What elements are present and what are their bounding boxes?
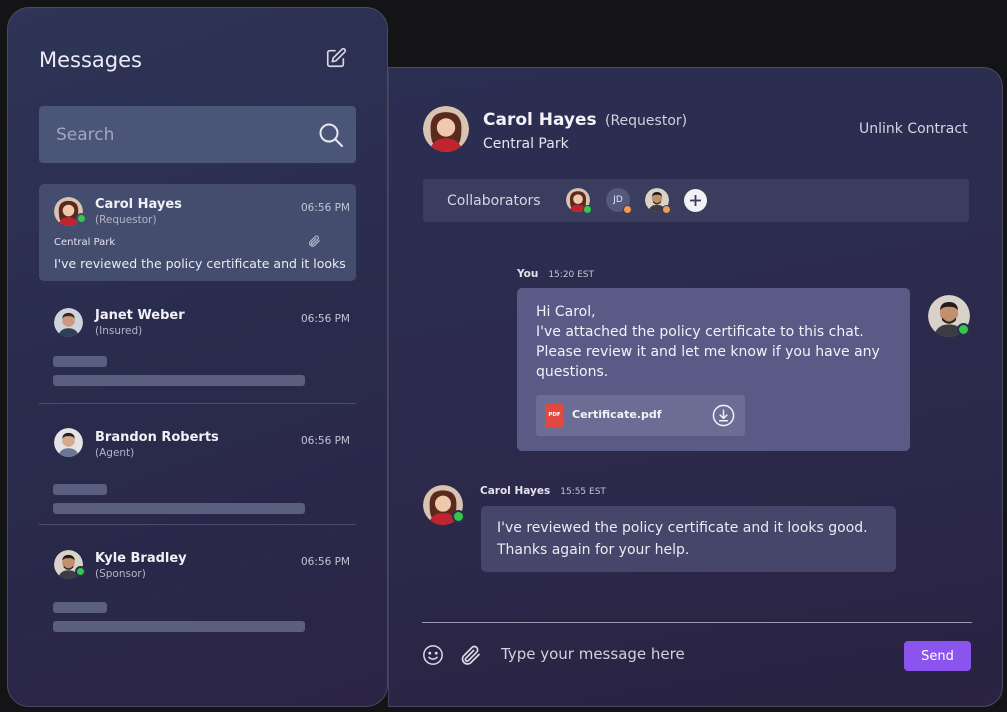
message-sender: You [517, 268, 539, 280]
skeleton-line [53, 602, 107, 613]
message-meta-outgoing: You 15:20 EST [517, 268, 594, 280]
conversation-divider [39, 403, 356, 404]
conversation-item-kyle-bradley[interactable]: Kyle Bradley (Sponsor) 06:56 PM [39, 538, 356, 635]
search-input[interactable] [56, 106, 306, 163]
conversation-time: 06:56 PM [301, 556, 350, 568]
conversation-divider [39, 524, 356, 525]
add-collaborator-button[interactable] [684, 189, 707, 212]
message-line: Thanks again for your help. [497, 542, 690, 558]
message-text: I've reviewed the policy certificate and… [497, 517, 887, 561]
collaborators-bar: Collaborators JD [423, 179, 969, 222]
compose-icon[interactable] [325, 47, 347, 69]
conversation-time: 06:56 PM [301, 435, 350, 447]
conversation-time: 06:56 PM [301, 202, 350, 214]
message-sender: Carol Hayes [480, 485, 551, 497]
conversation-name: Brandon Roberts [95, 430, 219, 445]
download-icon[interactable] [712, 404, 735, 427]
conversation-name: Kyle Bradley [95, 551, 187, 566]
conversation-item-janet-weber[interactable]: Janet Weber (Insured) 06:56 PM [39, 295, 356, 392]
online-status-dot [76, 213, 87, 224]
skeleton-line [53, 503, 305, 514]
chat-contact-location: Central Park [483, 136, 569, 152]
conversation-role: (Requestor) [95, 214, 157, 226]
avatar-janet-weber [54, 308, 83, 337]
attachment-card[interactable]: PDF Certificate.pdf [536, 395, 745, 436]
message-meta-incoming: Carol Hayes 15:55 EST [480, 485, 606, 497]
conversation-role: (Insured) [95, 325, 143, 337]
skeleton-line [53, 375, 305, 386]
conversation-name: Janet Weber [95, 308, 185, 323]
send-button[interactable]: Send [904, 641, 971, 671]
collaborator-status-dot [662, 205, 671, 214]
emoji-icon[interactable] [422, 644, 444, 666]
message-text: Hi Carol, I've attached the policy certi… [536, 302, 896, 382]
search-icon[interactable] [318, 122, 344, 148]
message-line: I've reviewed the policy certificate and… [497, 520, 868, 536]
plus-icon [690, 195, 701, 206]
collaborators-label: Collaborators [447, 193, 541, 209]
message-time: 15:20 EST [548, 270, 595, 280]
chat-contact-avatar [423, 106, 469, 152]
conversation-location: Central Park [54, 237, 116, 248]
unlink-contract-button[interactable]: Unlink Contract [859, 121, 968, 137]
skeleton-line [53, 356, 107, 367]
chat-panel: Carol Hayes (Requestor) Central Park Unl… [388, 67, 1003, 707]
chat-contact-name: Carol Hayes [483, 110, 597, 130]
conversation-time: 06:56 PM [301, 313, 350, 325]
message-time: 15:55 EST [560, 487, 606, 497]
online-status-dot [452, 510, 465, 523]
skeleton-line [53, 484, 107, 495]
conversation-item-brandon-roberts[interactable]: Brandon Roberts (Agent) 06:56 PM [39, 417, 356, 514]
message-line: Hi Carol, [536, 304, 596, 320]
messages-panel: Messages Carol Hayes (Requestor) 06:56 P… [7, 7, 388, 707]
attachment-name: Certificate.pdf [572, 408, 662, 421]
chat-contact-role: (Requestor) [605, 113, 688, 129]
search-box [39, 106, 356, 163]
avatar-brandon-roberts [54, 428, 83, 457]
message-line: I've attached the policy certificate to … [536, 324, 880, 380]
conversation-preview: I've reviewed the policy certificate and… [54, 256, 346, 271]
attachment-clip-icon [309, 235, 320, 247]
messages-title: Messages [39, 48, 142, 72]
collaborator-status-dot [583, 205, 592, 214]
pdf-file-icon: PDF [545, 404, 564, 427]
conversation-role: (Agent) [95, 447, 135, 459]
composer-divider [422, 622, 972, 623]
conversation-role: (Sponsor) [95, 568, 146, 580]
message-bubble-outgoing: Hi Carol, I've attached the policy certi… [517, 288, 910, 451]
conversation-name: Carol Hayes [95, 197, 182, 212]
message-bubble-incoming: I've reviewed the policy certificate and… [481, 506, 896, 572]
skeleton-line [53, 621, 305, 632]
attach-file-icon[interactable] [458, 643, 482, 667]
collaborator-status-dot [623, 205, 632, 214]
online-status-dot [957, 323, 970, 336]
online-status-dot [75, 566, 86, 577]
message-input[interactable] [501, 640, 881, 668]
conversation-item-carol-hayes[interactable]: Carol Hayes (Requestor) 06:56 PM Central… [39, 184, 356, 281]
